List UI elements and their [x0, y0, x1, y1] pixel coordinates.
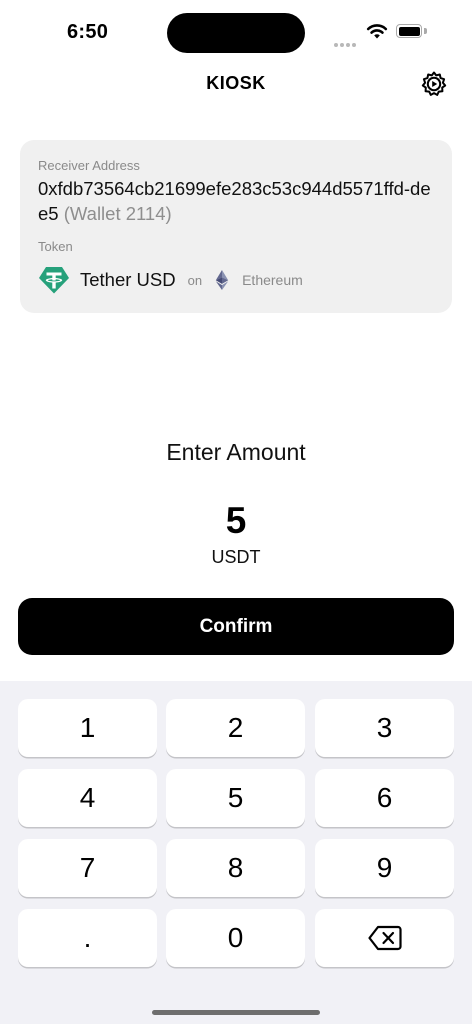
chain-name: Ethereum — [242, 272, 303, 288]
receiver-address-label: Receiver Address — [38, 158, 140, 173]
enter-amount-label: Enter Amount — [166, 439, 306, 465]
cellular-signal-icon — [334, 34, 358, 52]
key-3[interactable]: 3 — [315, 699, 454, 757]
key-8[interactable]: 8 — [166, 839, 305, 897]
token-name: Tether USD — [80, 269, 176, 290]
battery-tip — [424, 28, 427, 34]
status-bar: 6:50 — [0, 0, 472, 62]
on-text: on — [187, 272, 203, 288]
dynamic-island — [167, 13, 305, 53]
key-decimal[interactable]: . — [18, 909, 157, 967]
wifi-icon — [366, 24, 388, 39]
wallet-name: (Wallet 2114) — [63, 203, 172, 224]
amount-unit: USDT — [211, 547, 261, 567]
key-4[interactable]: 4 — [18, 769, 157, 827]
ethereum-icon — [215, 270, 229, 290]
page-title: KIOSK — [206, 73, 266, 93]
key-6[interactable]: 6 — [315, 769, 454, 827]
token-label: Token — [38, 239, 73, 254]
key-9[interactable]: 9 — [315, 839, 454, 897]
token-row: Tether USD on Ethereum — [38, 265, 303, 295]
gear-icon[interactable] — [420, 70, 448, 98]
amount-value: 5 — [225, 500, 247, 541]
key-0[interactable]: 0 — [166, 909, 305, 967]
key-1[interactable]: 1 — [18, 699, 157, 757]
backspace-icon — [367, 925, 402, 951]
key-5[interactable]: 5 — [166, 769, 305, 827]
home-indicator — [152, 1010, 320, 1015]
key-7[interactable]: 7 — [18, 839, 157, 897]
tether-icon — [39, 267, 69, 294]
status-time: 6:50 — [67, 21, 109, 43]
battery-icon — [396, 24, 422, 38]
key-2[interactable]: 2 — [166, 699, 305, 757]
receiver-card: Receiver Address 0xfdb73564cb21699efe283… — [20, 140, 452, 313]
receiver-address: 0xfdb73564cb21699efe283c53c944d5571ffd-d… — [38, 176, 438, 226]
backspace-key[interactable] — [315, 909, 454, 967]
numeric-keypad: 1 2 3 4 5 6 7 8 9 . 0 — [0, 681, 472, 1024]
confirm-button[interactable]: Confirm — [18, 598, 454, 655]
